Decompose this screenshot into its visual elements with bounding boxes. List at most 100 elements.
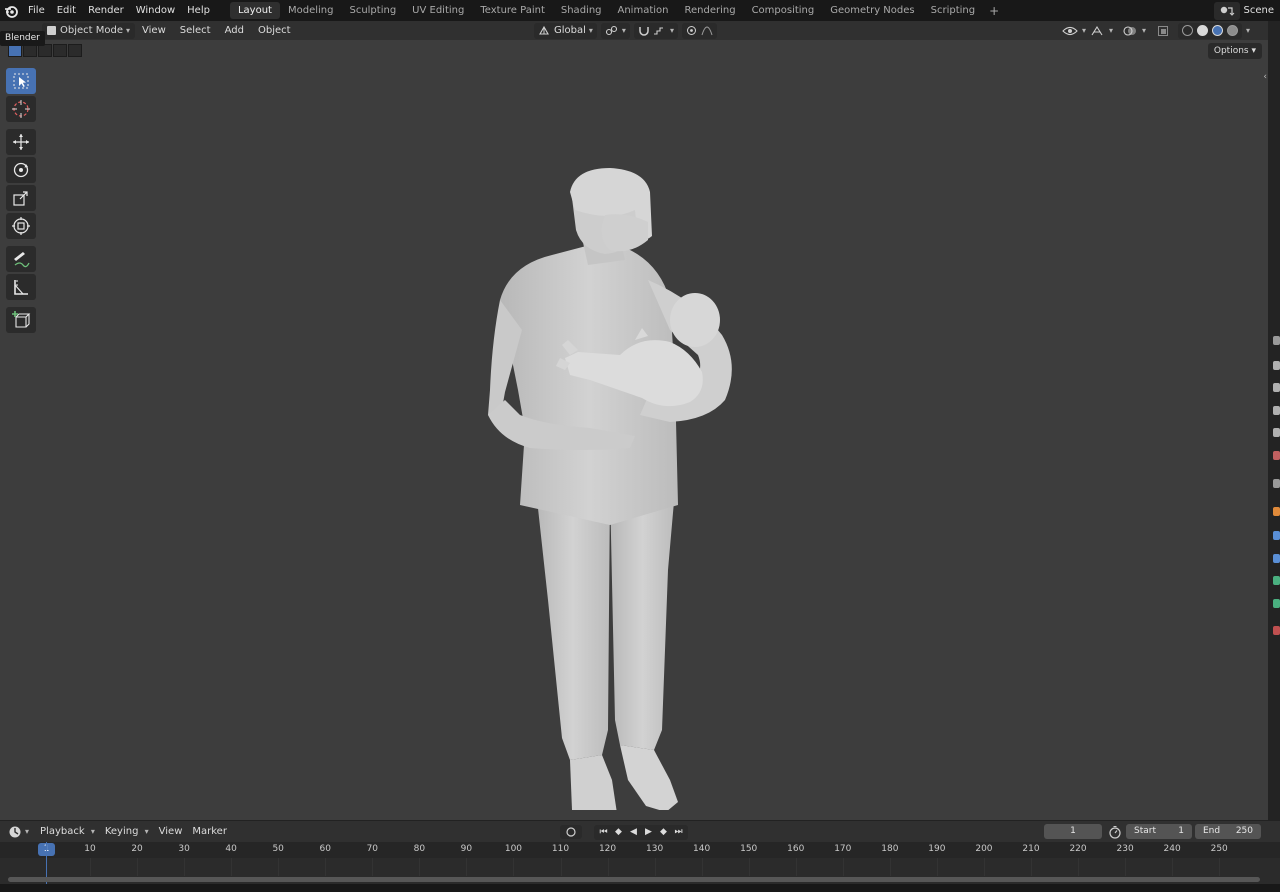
timeline-gridline — [278, 858, 280, 876]
menu-render[interactable]: Render — [82, 0, 130, 21]
timeline-header: ▾ Playback ▾ Keying ▾ View Marker ⏮ ◆ ◀ … — [0, 820, 1280, 842]
world-properties-icon[interactable] — [1273, 451, 1280, 460]
pivot-point-dropdown[interactable]: ▾ — [600, 22, 630, 39]
scale-tool[interactable] — [6, 185, 36, 211]
chevron-down-icon: ▾ — [621, 26, 626, 35]
object-properties-icon[interactable] — [1273, 507, 1280, 516]
editor-type-icon[interactable]: ▾ — [8, 825, 29, 839]
jump-to-keyframe-back-icon[interactable]: ◆ — [611, 825, 626, 839]
particles-properties-icon[interactable] — [1273, 554, 1280, 563]
end-frame-field[interactable]: End 250 — [1195, 824, 1261, 839]
timeline-gridline — [419, 858, 421, 876]
wireframe-shading-icon[interactable] — [1181, 25, 1193, 36]
tab-rendering[interactable]: Rendering — [676, 2, 743, 19]
select-intersect-icon[interactable] — [68, 44, 82, 57]
tab-scripting[interactable]: Scripting — [923, 2, 983, 19]
cursor-tool[interactable] — [6, 96, 36, 122]
menu-help[interactable]: Help — [181, 0, 216, 21]
ruler-label: 190 — [928, 844, 946, 854]
3d-model-figure[interactable] — [470, 130, 770, 810]
physics-properties-icon[interactable] — [1273, 576, 1280, 585]
marker-menu[interactable]: Marker — [187, 824, 232, 840]
snap-magnet-icon — [639, 27, 649, 36]
xray-toggle-icon[interactable] — [1154, 23, 1172, 39]
measure-tool[interactable] — [6, 274, 36, 300]
scene-name[interactable]: Scene — [1244, 5, 1280, 16]
timeline-ruler[interactable]: 10 20 30 40 50 60 70 80 90 100 110 120 130 140 150 160 1… — [0, 842, 1280, 858]
tab-modeling[interactable]: Modeling — [280, 2, 342, 19]
sidebar-toggle-arrow-icon[interactable]: ‹ — [1263, 72, 1267, 82]
output-properties-icon[interactable] — [1273, 383, 1280, 392]
ruler-label: 220 — [1069, 844, 1087, 854]
ruler-label: 150 — [740, 844, 758, 854]
play-icon[interactable]: ▶ — [641, 825, 656, 839]
menu-add[interactable]: Add — [218, 22, 251, 39]
gizmo-icon[interactable] — [1088, 23, 1106, 39]
overlays-icon[interactable] — [1121, 23, 1139, 39]
annotate-tool[interactable] — [6, 246, 36, 272]
tab-layout[interactable]: Layout — [229, 2, 280, 19]
timeline-scrollbar[interactable] — [8, 877, 1260, 882]
menu-select[interactable]: Select — [173, 22, 218, 39]
tab-sculpting[interactable]: Sculpting — [341, 2, 404, 19]
tool-properties-icon[interactable] — [1273, 336, 1280, 345]
current-frame-field[interactable]: 1 — [1044, 824, 1102, 839]
add-workspace-button[interactable]: + — [983, 4, 1005, 18]
scene-properties-icon[interactable] — [1273, 428, 1280, 437]
snap-dropdown[interactable]: ▾ — [633, 22, 678, 39]
jump-to-keyframe-forward-icon[interactable]: ◆ — [656, 825, 671, 839]
ruler-label: 140 — [693, 844, 711, 854]
tab-uv-editing[interactable]: UV Editing — [404, 2, 472, 19]
tab-compositing[interactable]: Compositing — [744, 2, 823, 19]
properties-editor-strip — [1268, 21, 1280, 820]
jump-to-start-icon[interactable]: ⏮ — [596, 825, 611, 839]
play-reverse-icon[interactable]: ◀ — [626, 825, 641, 839]
timeline-gridline — [889, 858, 891, 876]
pivot-icon — [605, 25, 617, 36]
proportional-editing[interactable] — [681, 22, 717, 39]
menu-edit[interactable]: Edit — [51, 0, 82, 21]
collection-properties-icon[interactable] — [1273, 479, 1280, 488]
blender-logo-icon[interactable] — [0, 0, 22, 21]
transform-tool[interactable] — [6, 213, 36, 239]
annotate-icon — [14, 252, 30, 268]
constraints-properties-icon[interactable] — [1273, 599, 1280, 608]
modifier-properties-icon[interactable] — [1273, 531, 1280, 540]
tab-animation[interactable]: Animation — [610, 2, 677, 19]
stopwatch-icon[interactable] — [1108, 825, 1122, 842]
menu-view[interactable]: View — [135, 22, 173, 39]
select-invert-icon[interactable] — [53, 44, 67, 57]
data-properties-icon[interactable] — [1273, 626, 1280, 635]
render-properties-icon[interactable] — [1273, 361, 1280, 370]
timeline-view-menu[interactable]: View — [154, 824, 188, 840]
menu-file[interactable]: File — [22, 0, 51, 21]
tool-shelf — [6, 68, 38, 335]
ruler-label: 210 — [1022, 844, 1040, 854]
solid-shading-icon[interactable] — [1196, 25, 1208, 36]
add-cube-tool[interactable] — [6, 307, 36, 333]
rendered-shading-icon[interactable] — [1226, 25, 1238, 36]
scene-icon[interactable] — [1213, 1, 1240, 20]
keying-menu[interactable]: Keying ▾ — [100, 824, 154, 840]
visibility-eye-icon[interactable] — [1061, 23, 1079, 39]
chevron-down-icon: ▾ — [1141, 26, 1146, 35]
options-dropdown[interactable]: Options ▾ — [1207, 43, 1262, 59]
select-box-tool[interactable] — [6, 68, 36, 94]
object-mode-dropdown[interactable]: Object Mode ▾ — [42, 22, 136, 39]
start-frame-field[interactable]: Start 1 — [1126, 824, 1192, 839]
tab-geometry-nodes[interactable]: Geometry Nodes — [822, 2, 922, 19]
playback-menu[interactable]: Playback ▾ — [35, 824, 100, 840]
view-layer-properties-icon[interactable] — [1273, 406, 1280, 415]
material-preview-icon[interactable] — [1211, 25, 1223, 36]
tab-shading[interactable]: Shading — [553, 2, 610, 19]
3d-viewport[interactable]: Options ▾ ‹ — [0, 40, 1268, 820]
menu-window[interactable]: Window — [130, 0, 181, 21]
transform-orientation-dropdown[interactable]: Global ▾ — [534, 22, 597, 39]
menu-object[interactable]: Object — [251, 22, 298, 39]
proportional-edit-icon — [686, 26, 696, 35]
auto-keying-button[interactable] — [560, 825, 582, 839]
tab-texture-paint[interactable]: Texture Paint — [472, 2, 553, 19]
jump-to-end-icon[interactable]: ⏭ — [671, 825, 686, 839]
rotate-tool[interactable] — [6, 157, 36, 183]
move-tool[interactable] — [6, 129, 36, 155]
